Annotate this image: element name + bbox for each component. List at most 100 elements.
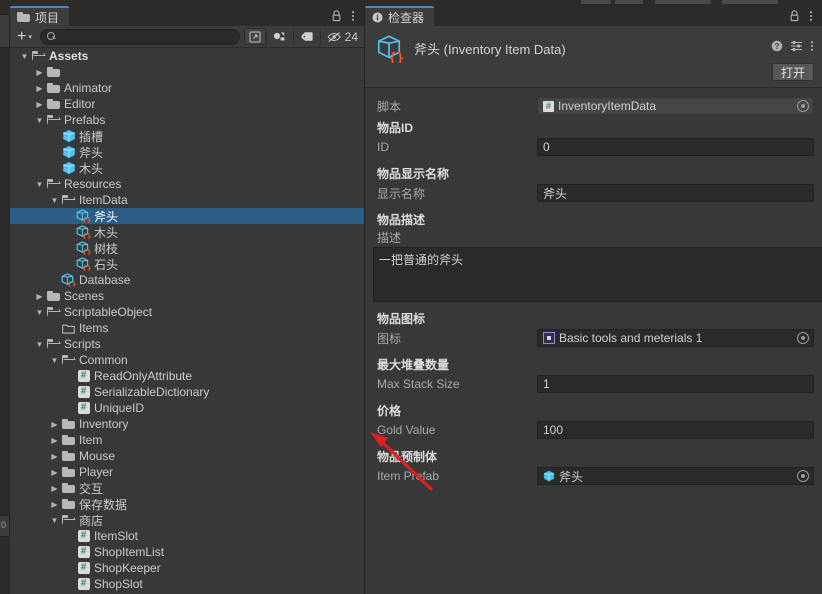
tree-row-Resources[interactable]: ▼ Resources: [10, 176, 364, 192]
text-field[interactable]: 1: [537, 375, 814, 393]
tree-row-SerializableDictionary[interactable]: # SerializableDictionary: [10, 384, 364, 400]
chevron-down-icon[interactable]: ▼: [18, 52, 31, 61]
lock-icon[interactable]: [789, 10, 800, 24]
script-field[interactable]: # InventoryItemData: [537, 97, 814, 115]
folder-icon: [62, 435, 75, 445]
kebab-menu-icon[interactable]: [810, 40, 814, 54]
preset-icon[interactable]: [790, 40, 803, 54]
tree-row-UniqueID[interactable]: # UniqueID: [10, 400, 364, 416]
filter-by-label-icon[interactable]: [294, 27, 320, 47]
chevron-right-icon[interactable]: ▶: [33, 84, 46, 93]
tree-row-Common[interactable]: ▼ Common: [10, 352, 364, 368]
chevron-down-icon[interactable]: ▼: [48, 196, 61, 205]
object-field[interactable]: 斧头: [537, 467, 814, 485]
project-tab-row: 项目: [10, 5, 364, 26]
chevron-right-icon[interactable]: ▶: [48, 500, 61, 509]
object-picker-icon[interactable]: [797, 332, 809, 344]
search-input[interactable]: [59, 30, 235, 43]
toolbar-chip-2[interactable]: [615, 0, 643, 4]
chevron-down-icon[interactable]: ▼: [48, 516, 61, 525]
project-asset-tree[interactable]: ▼ Assets ▶ ▶ Animator ▶ Editor ▼ Prefabs 插槽 斧头 木头 ▼ R…: [10, 48, 364, 594]
object-picker-icon[interactable]: [797, 100, 809, 112]
chevron-down-icon[interactable]: ▼: [33, 180, 46, 189]
toolbar-chip-3[interactable]: [655, 0, 711, 4]
search-field-wrapper[interactable]: [39, 28, 240, 45]
window-top-chrome: [0, 0, 822, 5]
text-field[interactable]: 斧头: [537, 184, 814, 202]
kebab-menu-icon[interactable]: [351, 10, 355, 24]
chevron-right-icon[interactable]: ▶: [48, 420, 61, 429]
scriptable-object-icon: {}: [61, 273, 76, 287]
tree-row-保存数据[interactable]: ▶ 保存数据: [10, 496, 364, 512]
tree-row-树枝[interactable]: {} 树枝: [10, 240, 364, 256]
tree-row-Item[interactable]: ▶ Item: [10, 432, 364, 448]
tree-row-Editor[interactable]: ▶ Editor: [10, 96, 364, 112]
object-field[interactable]: Basic tools and meterials 1: [537, 329, 814, 347]
tree-row-Player[interactable]: ▶ Player: [10, 464, 364, 480]
inspector-fields: 脚本 # InventoryItemData 物品ID ID 0 物品显示名称 显示名称…: [365, 88, 822, 486]
chevron-right-icon[interactable]: ▶: [33, 292, 46, 301]
chevron-right-icon[interactable]: ▶: [33, 100, 46, 109]
description-textarea[interactable]: 一把普通的斧头: [373, 247, 822, 302]
tree-row-木头[interactable]: 木头: [10, 160, 364, 176]
script-value: InventoryItemData: [558, 99, 657, 113]
tree-row-Mouse[interactable]: ▶ Mouse: [10, 448, 364, 464]
collapsed-panel-tab-top[interactable]: [0, 14, 10, 48]
tree-row-斧头[interactable]: {} 斧头: [10, 208, 364, 224]
chevron-right-icon[interactable]: ▶: [33, 68, 46, 77]
chevron-right-icon[interactable]: ▶: [48, 468, 61, 477]
tree-row-石头[interactable]: {} 石头: [10, 256, 364, 272]
chevron-down-icon[interactable]: ▼: [33, 116, 46, 125]
text-field[interactable]: 100: [537, 421, 814, 439]
text-field[interactable]: 0: [537, 138, 814, 156]
chevron-right-icon[interactable]: ▶: [48, 484, 61, 493]
kebab-menu-icon[interactable]: [809, 10, 813, 24]
tree-row-插槽[interactable]: 插槽: [10, 128, 364, 144]
chevron-right-icon[interactable]: ▶: [48, 452, 61, 461]
open-button[interactable]: 打开: [771, 63, 814, 81]
tree-row[interactable]: ▶: [10, 64, 364, 80]
tree-row-ItemSlot[interactable]: # ItemSlot: [10, 528, 364, 544]
tree-row-Prefabs[interactable]: ▼ Prefabs: [10, 112, 364, 128]
save-search-icon[interactable]: [243, 28, 266, 45]
sprite-icon: [543, 332, 555, 344]
tree-row-木头[interactable]: {} 木头: [10, 224, 364, 240]
chevron-right-icon[interactable]: ▶: [48, 436, 61, 445]
tree-row-Scripts[interactable]: ▼ Scripts: [10, 336, 364, 352]
toolbar-chip-4[interactable]: [722, 0, 778, 4]
chevron-down-icon[interactable]: ▼: [33, 308, 46, 317]
tab-project[interactable]: 项目: [10, 6, 70, 26]
tree-row-label: 石头: [94, 257, 119, 272]
collapsed-panel-tab-bottom[interactable]: 0: [0, 515, 10, 537]
object-picker-icon[interactable]: [797, 470, 809, 482]
lock-icon[interactable]: [331, 10, 342, 24]
tree-row-ShopSlot[interactable]: # ShopSlot: [10, 576, 364, 592]
tree-row-ShopItemList[interactable]: # ShopItemList: [10, 544, 364, 560]
hidden-assets-counter[interactable]: 24: [321, 30, 364, 44]
tab-inspector-label: 检查器: [388, 10, 425, 25]
folder-open-icon: [61, 195, 76, 205]
chevron-down-icon[interactable]: ▼: [48, 356, 61, 365]
filter-by-type-icon[interactable]: [267, 27, 293, 47]
tree-row-ScriptableObject[interactable]: ▼ ScriptableObject: [10, 304, 364, 320]
tree-row-商店[interactable]: ▼ 商店: [10, 512, 364, 528]
tree-row-Items[interactable]: Items: [10, 320, 364, 336]
tree-row-ShopKeeper[interactable]: # ShopKeeper: [10, 560, 364, 576]
inspector-panel: 检查器 {} 斧头 (Inventory Item Data) ? 打开 脚本 …: [365, 0, 822, 594]
create-asset-button[interactable]: + ▾: [13, 28, 36, 46]
tree-row-Database[interactable]: {} Database: [10, 272, 364, 288]
toolbar-chip-1[interactable]: [581, 0, 611, 4]
help-icon[interactable]: ?: [771, 40, 783, 54]
tree-row-ItemData[interactable]: ▼ ItemData: [10, 192, 364, 208]
tree-row-交互[interactable]: ▶ 交互: [10, 480, 364, 496]
tree-row-斧头[interactable]: 斧头: [10, 144, 364, 160]
inspector-tab-row: 检查器: [365, 5, 822, 26]
tab-inspector[interactable]: 检查器: [365, 6, 435, 26]
chevron-down-icon[interactable]: ▼: [33, 340, 46, 349]
tree-row-Animator[interactable]: ▶ Animator: [10, 80, 364, 96]
tree-row-ReadOnlyAttribute[interactable]: # ReadOnlyAttribute: [10, 368, 364, 384]
tree-row-Scenes[interactable]: ▶ Scenes: [10, 288, 364, 304]
tree-row-Assets[interactable]: ▼ Assets: [10, 48, 364, 64]
scriptable-object-icon: {}: [76, 225, 91, 239]
tree-row-Inventory[interactable]: ▶ Inventory: [10, 416, 364, 432]
